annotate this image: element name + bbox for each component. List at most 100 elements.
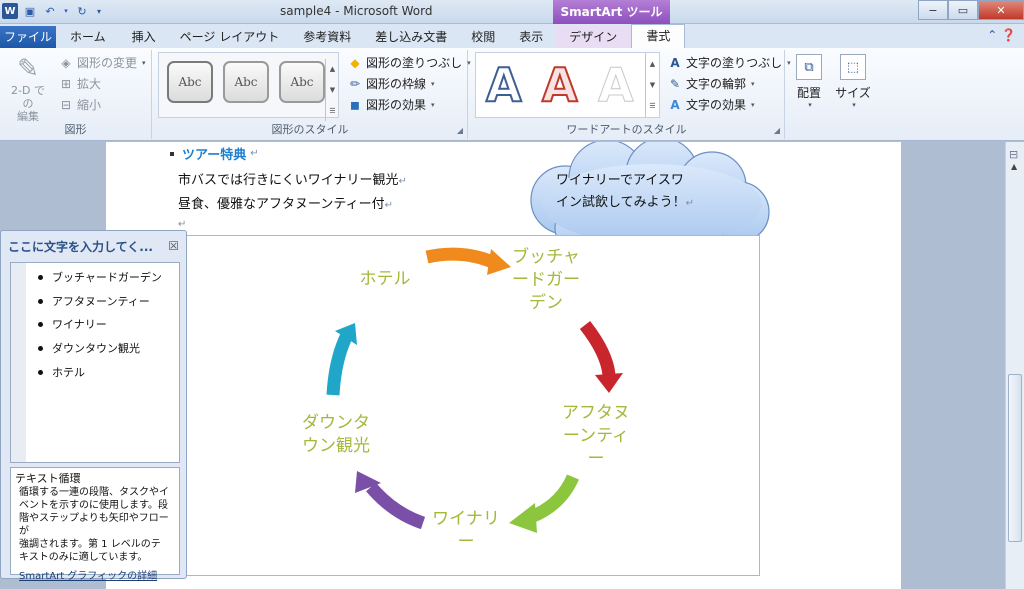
tab-home[interactable]: ホーム xyxy=(56,26,120,48)
text-fill-icon: A xyxy=(670,55,680,70)
shape-group: ✎ 2-D での 編集 ◈ 図形の変更 ▾ ⊞ 拡大 ⊟ 縮小 図形 xyxy=(0,50,152,139)
cycle-arrow-2 xyxy=(579,320,616,376)
wordart-style-3[interactable]: A xyxy=(598,58,635,113)
restore-button[interactable]: ▭ xyxy=(948,0,978,20)
shape-styles-group: Abc Abc Abc ▲ ▼ ☰ ◆ 図形の塗りつぶし ▾ ✏ 図形の枠線 ▾ ◼ 図形の効… xyxy=(153,50,471,139)
text-outline-button[interactable]: ✎ 文字の輪郭 ▾ xyxy=(667,73,791,94)
wordart-styles-launcher-icon[interactable]: ◢ xyxy=(774,126,780,135)
ruler-toggle-icon[interactable]: ⊟ xyxy=(1009,148,1018,161)
tab-design[interactable]: デザイン xyxy=(555,26,632,48)
tab-view[interactable]: 表示 xyxy=(507,26,555,48)
smartart-text-pane: ここに文字を入力してく... ☒ ブッチャードガーデン アフタヌーンティー ワイ… xyxy=(0,230,187,582)
shape-effects-button[interactable]: ◼ 図形の効果 ▾ xyxy=(347,94,471,115)
wordart-styles-label: ワードアートのスタイル xyxy=(566,123,687,136)
tour-benefits-heading[interactable]: ツアー特典 ↵ xyxy=(170,144,259,163)
bullet-icon xyxy=(38,274,43,280)
tab-format[interactable]: 書式 xyxy=(631,24,686,48)
arrange-icon: ⧉ xyxy=(796,54,822,80)
smartart-tools-label: SmartArt ツール xyxy=(553,0,670,24)
shape-outline-button[interactable]: ✏ 図形の枠線 ▾ xyxy=(347,73,471,94)
undo-icon[interactable]: ↶ xyxy=(42,3,58,19)
ribbon: ✎ 2-D での 編集 ◈ 図形の変更 ▾ ⊞ 拡大 ⊟ 縮小 図形 Abc Abc A… xyxy=(0,48,1024,141)
text-effects-button[interactable]: A 文字の効果 ▾ xyxy=(667,94,791,115)
body-line-2[interactable]: 昼食、優雅なアフタヌーンティー付↵ xyxy=(178,193,393,212)
scroll-up-icon[interactable]: ▲ xyxy=(1011,162,1017,171)
undo-dropdown-icon[interactable]: ▾ xyxy=(62,3,70,19)
text-effects-icon: A xyxy=(670,97,680,112)
shape-style-gallery: Abc Abc Abc ▲ ▼ ☰ xyxy=(158,52,339,121)
shape-fill-button[interactable]: ◆ 図形の塗りつぶし ▾ xyxy=(347,52,470,73)
text-outline-icon: ✎ xyxy=(669,76,681,91)
save-icon[interactable]: ▣ xyxy=(22,3,38,19)
redo-icon[interactable]: ↻ xyxy=(74,3,90,19)
tab-insert[interactable]: 挿入 xyxy=(120,26,168,48)
shape-styles-launcher-icon[interactable]: ◢ xyxy=(457,126,463,135)
layout-description: テキスト循環 循環する一連の段階、タスクやイ ベントを示すのに使用します。段 階… xyxy=(10,467,180,582)
size-button[interactable]: ⬚ サイズ ▾ xyxy=(833,52,873,109)
help-icon[interactable]: ⌃ ❓ xyxy=(987,28,1016,42)
wordart-gallery: A A A ▲ ▼ ☰ xyxy=(475,52,660,118)
pencil-icon: ✏ xyxy=(349,76,361,91)
text-pane-list[interactable]: ブッチャードガーデン アフタヌーンティー ワイナリー ダウンタウン観光 ホテル xyxy=(10,262,180,463)
scrollbar-thumb[interactable] xyxy=(1008,374,1022,542)
shape-group-label: 図形 xyxy=(64,123,87,136)
quick-access-toolbar: W ▣ ↶ ▾ ↻ ▾ xyxy=(2,3,104,19)
change-shape-button[interactable]: ◈ 図形の変更 ▾ xyxy=(58,52,145,73)
close-button[interactable]: ✕ xyxy=(978,0,1024,20)
shape-style-gallery-scroll[interactable]: ▲ ▼ ☰ xyxy=(325,59,339,121)
paint-bucket-icon: ◆ xyxy=(350,55,360,70)
enlarge-button[interactable]: ⊞ 拡大 xyxy=(58,73,146,94)
smartart-node-afternoon-tea[interactable]: アフタヌ ーンティ ー xyxy=(556,402,636,471)
shrink-icon: ⊟ xyxy=(60,97,72,112)
wordart-style-2[interactable]: A xyxy=(541,57,579,113)
wordart-gallery-scroll[interactable]: ▲ ▼ ☰ xyxy=(645,53,659,117)
cycle-arrow-2-head xyxy=(595,373,623,393)
shape-styles-label: 図形のスタイル xyxy=(271,123,349,136)
ribbon-tabs: ファイル ホーム 挿入 ページ レイアウト 参考資料 差し込み文書 校閲 表示 … xyxy=(0,24,1024,48)
bullet-icon xyxy=(38,345,43,351)
cycle-arrow-3 xyxy=(528,474,579,524)
wordart-style-1[interactable]: A xyxy=(485,57,523,113)
list-item[interactable]: ホテル xyxy=(38,364,85,380)
window-title: sample4 - Microsoft Word xyxy=(280,4,433,18)
title-bar: W ▣ ↶ ▾ ↻ ▾ sample4 - Microsoft Word Sma… xyxy=(0,0,1024,24)
list-item[interactable]: ダウンタウン観光 xyxy=(38,340,140,356)
smartart-details-link[interactable]: SmartArt グラフィックの詳細 xyxy=(15,567,175,582)
arrange-button[interactable]: ⧉ 配置 ▾ xyxy=(789,52,829,109)
smartart-node-downtown[interactable]: ダウンタ ウン観光 xyxy=(294,412,378,458)
cycle-arrow-3-head xyxy=(509,503,537,533)
list-item[interactable]: アフタヌーンティー xyxy=(38,293,150,309)
bullet-icon xyxy=(38,298,43,304)
customize-qat-icon[interactable]: ▾ xyxy=(94,3,104,19)
shape-effects-icon: ◼ xyxy=(350,97,360,112)
tab-file[interactable]: ファイル xyxy=(0,26,56,48)
shape-style-3[interactable]: Abc xyxy=(279,61,325,103)
list-item[interactable]: ブッチャードガーデン xyxy=(38,269,162,285)
layout-name: テキスト循環 xyxy=(15,472,81,485)
cycle-arrow-1 xyxy=(425,247,498,270)
text-fill-button[interactable]: A 文字の塗りつぶし ▾ xyxy=(667,52,790,73)
smartart-node-hotel[interactable]: ホテル xyxy=(350,268,420,291)
text-pane-close-button[interactable]: ☒ xyxy=(168,239,179,253)
bullet-icon xyxy=(38,369,43,375)
tab-page-layout[interactable]: ページ レイアウト xyxy=(168,26,292,48)
word-logo-icon[interactable]: W xyxy=(2,3,18,19)
tab-review[interactable]: 校閲 xyxy=(459,26,507,48)
tab-mailings[interactable]: 差し込み文書 xyxy=(363,26,459,48)
list-item[interactable]: ワイナリー xyxy=(38,316,107,332)
enlarge-icon: ⊞ xyxy=(60,76,72,91)
bullet-icon xyxy=(170,151,174,156)
wordart-styles-group: A A A ▲ ▼ ☰ A 文字の塗りつぶし ▾ ✎ 文字の輪郭 ▾ A 文字の効果 ▾ ワード… xyxy=(469,50,791,139)
shrink-button[interactable]: ⊟ 縮小 xyxy=(58,94,146,115)
tab-references[interactable]: 参考資料 xyxy=(291,26,363,48)
smartart-node-butchart[interactable]: ブッチャ ードガー デン xyxy=(506,246,586,315)
shape-style-2[interactable]: Abc xyxy=(223,61,269,103)
callout-text[interactable]: ワイナリーでアイスワ イン試飲してみよう！↵ xyxy=(556,170,726,215)
cycle-arrow-4 xyxy=(366,482,426,530)
smartart-node-winery[interactable]: ワイナリ ー xyxy=(426,508,506,554)
minimize-button[interactable]: − xyxy=(918,0,948,20)
shape-style-1[interactable]: Abc xyxy=(167,61,213,103)
body-line-1[interactable]: 市バスでは行きにくいワイナリー観光↵ xyxy=(178,169,407,188)
edit-in-2d-button[interactable]: ✎ 2-D での 編集 xyxy=(6,54,50,123)
vertical-scrollbar[interactable]: ⊟ ▲ xyxy=(1005,142,1024,589)
